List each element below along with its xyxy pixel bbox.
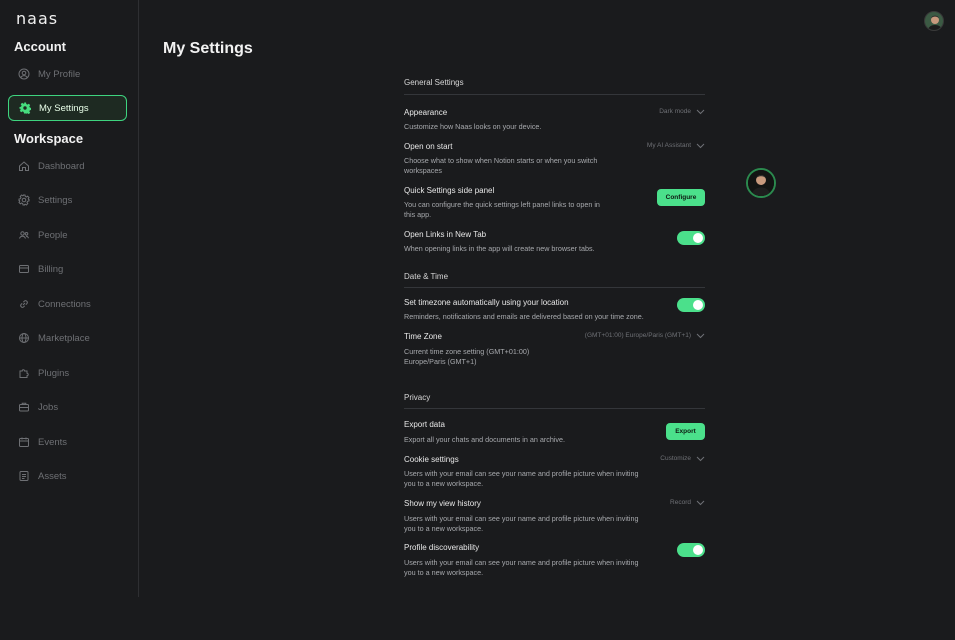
- page-title: My Settings: [163, 40, 253, 57]
- user-circle-icon: [18, 68, 30, 80]
- date-time-title: Date & Time: [404, 272, 449, 281]
- chevron-down-icon: [696, 109, 705, 114]
- sidebar-item-events[interactable]: Events: [8, 429, 127, 455]
- open-on-start-title: Open on start: [404, 142, 453, 151]
- credit-card-icon: [19, 265, 29, 273]
- sidebar-item-jobs[interactable]: Jobs: [8, 394, 127, 420]
- sidebar-item-label: People: [38, 229, 68, 241]
- globe-icon: [19, 333, 29, 343]
- time-zone-desc: Current time zone setting (GMT+01:00) Eu…: [404, 347, 530, 366]
- sidebar: naas Account My Profile My Settings Work…: [0, 0, 139, 597]
- divider: [404, 408, 705, 409]
- open-on-start-desc: Choose what to show when Notion starts o…: [404, 156, 598, 175]
- appearance-desc: Customize how Naas looks on your device.: [404, 122, 542, 131]
- cookie-settings-desc: Users with your email can see your name …: [404, 469, 639, 488]
- chevron-down-icon: [696, 333, 705, 338]
- chevron-down-icon: [696, 143, 705, 148]
- account-section-title: Account: [14, 39, 66, 54]
- file-icon: [19, 471, 29, 481]
- open-on-start-select[interactable]: My AI Assistant: [647, 142, 705, 149]
- discoverability-title: Profile discoverability: [404, 543, 480, 552]
- discoverability-desc: Users with your email can see your name …: [404, 558, 639, 577]
- gear-icon: [19, 102, 31, 114]
- sidebar-item-dashboard[interactable]: Dashboard: [8, 153, 127, 179]
- workspace-section-title: Workspace: [14, 131, 84, 146]
- open-links-toggle[interactable]: [677, 231, 705, 245]
- sidebar-item-my-profile[interactable]: My Profile: [8, 61, 127, 87]
- puzzle-icon: [19, 369, 29, 378]
- auto-timezone-title: Set timezone automatically using your lo…: [404, 298, 569, 307]
- sidebar-item-label: Billing: [38, 263, 64, 275]
- sidebar-item-label: Dashboard: [38, 160, 85, 172]
- assistant-avatar-icon: [748, 170, 774, 196]
- open-links-title: Open Links in New Tab: [404, 230, 487, 239]
- open-on-start-select-value: My AI Assistant: [646, 142, 691, 149]
- export-data-title: Export data: [404, 420, 445, 429]
- sidebar-item-label: My Profile: [38, 68, 81, 80]
- home-icon: [19, 161, 29, 171]
- sidebar-item-my-settings[interactable]: My Settings: [8, 95, 127, 121]
- quick-settings-title: Quick Settings side panel: [404, 186, 495, 195]
- calendar-icon: [19, 437, 29, 447]
- gear-icon: [18, 194, 30, 206]
- appearance-title: Appearance: [404, 108, 448, 117]
- cookie-settings-select[interactable]: Customize: [660, 455, 705, 462]
- privacy-title: Privacy: [404, 393, 431, 402]
- divider: [404, 287, 705, 288]
- sidebar-item-assets[interactable]: Assets: [8, 463, 127, 489]
- view-history-select[interactable]: Record: [670, 499, 705, 506]
- auto-timezone-toggle[interactable]: [677, 298, 705, 312]
- people-icon: [19, 231, 29, 239]
- export-button[interactable]: Export: [666, 423, 705, 440]
- cookie-settings-select-value: Customize: [660, 455, 691, 462]
- sidebar-item-plugins[interactable]: Plugins: [8, 360, 127, 386]
- sidebar-item-label: Events: [38, 436, 68, 448]
- sidebar-item-label: My Settings: [39, 102, 89, 114]
- time-zone-select-value: (GMT+01:00) Europe/Paris (GMT+1): [584, 332, 691, 339]
- sidebar-item-label: Settings: [38, 194, 73, 206]
- open-links-desc: When opening links in the app will creat…: [404, 244, 595, 253]
- assistant-avatar[interactable]: [746, 168, 776, 198]
- sidebar-item-settings[interactable]: Settings: [8, 187, 127, 213]
- time-zone-title: Time Zone: [404, 332, 442, 341]
- time-zone-select[interactable]: (GMT+01:00) Europe/Paris (GMT+1): [585, 332, 705, 339]
- user-avatar[interactable]: [924, 11, 944, 31]
- link-icon: [20, 300, 28, 308]
- briefcase-icon: [19, 402, 29, 412]
- auto-timezone-desc: Reminders, notifications and emails are …: [404, 312, 644, 321]
- divider: [404, 94, 705, 95]
- sidebar-item-connections[interactable]: Connections: [8, 291, 127, 317]
- quick-settings-desc: You can configure the quick settings lef…: [404, 200, 600, 219]
- chevron-down-icon: [696, 500, 705, 505]
- chevron-down-icon: [696, 456, 705, 461]
- avatar-icon: [925, 12, 943, 30]
- appearance-select[interactable]: Dark mode: [659, 108, 705, 115]
- naas-logo[interactable]: naas: [16, 9, 58, 28]
- sidebar-item-label: Jobs: [38, 401, 59, 413]
- cookie-settings-title: Cookie settings: [404, 455, 459, 464]
- discoverability-toggle[interactable]: [677, 543, 705, 557]
- sidebar-item-billing[interactable]: Billing: [8, 256, 127, 282]
- general-settings-title: General Settings: [404, 78, 464, 87]
- sidebar-item-people[interactable]: People: [8, 222, 127, 248]
- view-history-select-value: Record: [670, 499, 691, 506]
- view-history-title: Show my view history: [404, 499, 481, 508]
- sidebar-item-marketplace[interactable]: Marketplace: [8, 325, 127, 351]
- appearance-select-value: Dark mode: [659, 108, 691, 115]
- export-data-desc: Export all your chats and documents in a…: [404, 435, 566, 444]
- sidebar-item-label: Connections: [38, 298, 91, 310]
- view-history-desc: Users with your email can see your name …: [404, 514, 639, 533]
- sidebar-item-label: Marketplace: [38, 332, 90, 344]
- configure-button[interactable]: Configure: [657, 189, 705, 206]
- sidebar-item-label: Plugins: [38, 367, 70, 379]
- sidebar-item-label: Assets: [38, 470, 67, 482]
